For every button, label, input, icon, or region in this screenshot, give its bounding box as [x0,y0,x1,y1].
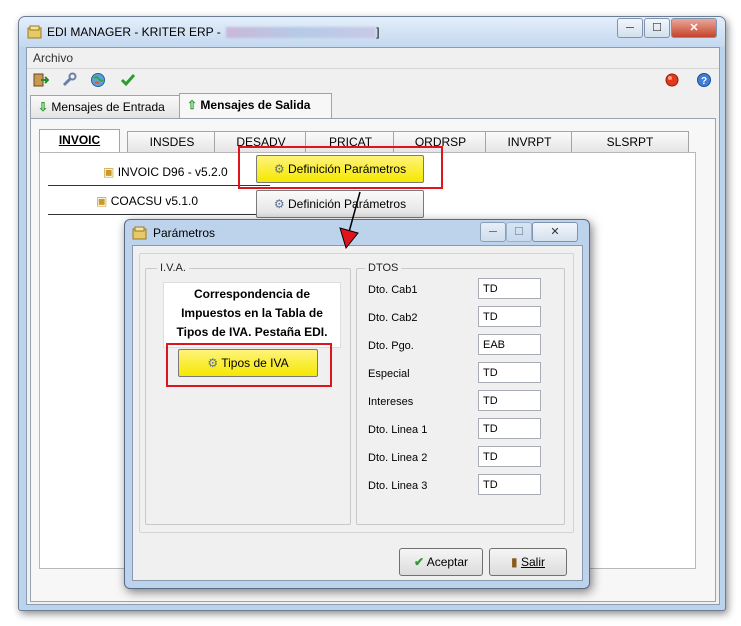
arrow-up-icon: ⇧ [187,98,198,112]
iva-group-title: I.V.A. [157,262,189,274]
menu-archivo[interactable]: Archivo [33,51,73,65]
window-title: EDI MANAGER - KRITER ERP - ] [47,25,380,39]
wrench-icon: ⚙ [273,197,285,211]
dialog-close-button[interactable]: ✕ [532,222,578,242]
tab-slsrpt[interactable]: SLSRPT [571,131,689,152]
package-icon: ▣ [96,194,108,208]
redacted-text [226,27,377,39]
field-label-dto-linea-2: Dto. Linea 2 [368,452,428,464]
field-label-dto-linea-1: Dto. Linea 1 [368,424,428,436]
check-icon[interactable] [119,72,137,90]
tab-mensajes-salida[interactable]: ⇧ Mensajes de Salida [179,93,332,119]
definicion-parametros-button[interactable]: ⚙ Definición Parámetros [256,155,424,183]
exit-icon[interactable] [32,72,50,90]
minimize-button[interactable]: ─ [617,18,643,38]
app-icon [132,226,147,240]
record-icon[interactable] [663,72,681,90]
especial-field[interactable] [478,362,541,383]
dto-linea-2-field[interactable] [478,446,541,467]
arrow-down-icon: ⇩ [38,100,49,114]
dtos-group-title: DTOS [365,262,402,274]
iva-note: Correspondencia de Impuestos en la Tabla… [163,282,341,348]
message-row-label: ▣ INVOIC D96 - v5.2.0 [103,165,228,179]
field-label-especial: Especial [368,368,410,380]
aceptar-button[interactable]: ✔ Aceptar [399,548,483,576]
field-label-dto-pgo: Dto. Pgo. [368,340,414,352]
dialog-maximize-button: ☐ [506,222,532,242]
dialog-title: Parámetros [153,226,216,240]
dto-pgo-field[interactable] [478,334,541,355]
dialog-client: I.V.A. Correspondencia de Impuestos en l… [132,245,583,581]
tab-invrpt[interactable]: INVRPT [485,131,574,152]
maximize-button[interactable]: ☐ [644,18,670,38]
tipos-iva-button[interactable]: ⚙ Tipos de IVA [178,349,318,377]
dto-cab1-field[interactable] [478,278,541,299]
help-icon[interactable]: ? [695,72,713,90]
annotation-arrow-icon [339,191,361,250]
dto-linea-3-field[interactable] [478,474,541,495]
exit-icon: ▮ [511,555,518,569]
check-icon: ✔ [413,555,425,569]
field-label-intereses: Intereses [368,396,414,408]
field-label-dto-cab2: Dto. Cab2 [368,312,418,324]
title-bar[interactable]: EDI MANAGER - KRITER ERP - ] ─ ☐ ✕ [19,17,725,47]
wrench-icon[interactable] [60,72,78,90]
field-label-dto-linea-3: Dto. Linea 3 [368,480,428,492]
svg-text:?: ? [701,76,707,87]
close-button[interactable]: ✕ [671,18,717,38]
tab-insdes[interactable]: INSDES [127,131,217,152]
dialog-minimize-button[interactable]: ─ [480,222,506,242]
toolbar: ? [27,69,719,93]
tab-label: Mensajes de Salida [200,98,311,112]
wrench-icon: ⚙ [273,162,285,176]
dto-linea-1-field[interactable] [478,418,541,439]
message-row-label: ▣ COACSU v5.1.0 [96,194,199,208]
app-icon [27,25,42,39]
intereses-field[interactable] [478,390,541,411]
divider [48,214,270,215]
parametros-dialog: Parámetros ─ ☐ ✕ I.V.A. Correspondencia … [124,219,590,589]
tab-invoic[interactable]: INVOIC [39,129,120,154]
field-label-dto-cab1: Dto. Cab1 [368,284,418,296]
tab-mensajes-entrada[interactable]: ⇩ Mensajes de Entrada [30,95,188,118]
salir-button[interactable]: ▮ Salir [489,548,567,576]
menu-bar: Archivo [27,48,719,69]
tab-label: Mensajes de Entrada [51,100,165,114]
package-icon: ▣ [103,165,115,179]
divider [48,185,270,186]
wrench-icon: ⚙ [207,356,219,370]
dto-cab2-field[interactable] [478,306,541,327]
globe-icon[interactable] [89,72,107,90]
